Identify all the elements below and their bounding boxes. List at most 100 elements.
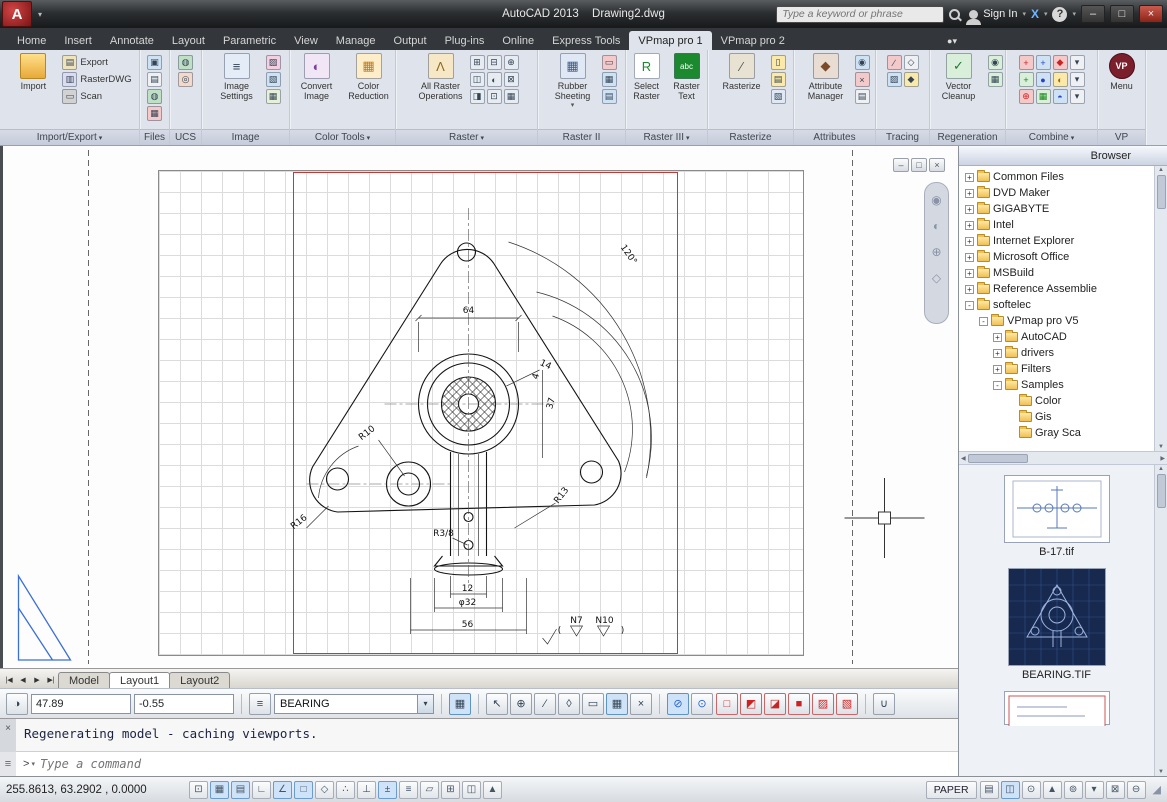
image-list-button[interactable]: ≡: [249, 693, 271, 715]
combine-7-icon[interactable]: ◐: [1053, 72, 1068, 87]
delete-tool[interactable]: ×: [630, 693, 652, 715]
panel-label-files[interactable]: Files: [140, 129, 169, 145]
ucs-target-icon[interactable]: ◎: [178, 72, 193, 87]
minimize-button[interactable]: –: [1081, 5, 1105, 23]
attribute-list-icon[interactable]: ▤: [855, 89, 870, 104]
combine-1-icon[interactable]: +: [1019, 55, 1034, 70]
panel-label-attributes[interactable]: Attributes: [794, 129, 875, 145]
raster2-grid2-icon[interactable]: ▤: [602, 89, 617, 104]
panel-label-import-export[interactable]: Import/Export▾: [0, 129, 139, 145]
trace-poly-icon[interactable]: ◇: [904, 55, 919, 70]
regen-2-icon[interactable]: ▦: [988, 72, 1003, 87]
expand-icon[interactable]: +: [965, 285, 974, 294]
lock-ui[interactable]: ⊠: [1106, 781, 1125, 799]
infer-constraints[interactable]: ⊡: [189, 781, 208, 799]
combine-11-icon[interactable]: ◓: [1053, 89, 1068, 104]
scroll-right-icon[interactable]: ▶: [1160, 455, 1165, 462]
ribbon-button-rasterdwg[interactable]: ▥RasterDWG: [62, 72, 131, 87]
region-tool[interactable]: ▦: [606, 693, 628, 715]
sidebar-item-gigabyte[interactable]: +GIGABYTE: [959, 201, 1154, 217]
panel-label-combine[interactable]: Combine▾: [1006, 129, 1097, 145]
combine-12-icon[interactable]: ▾: [1070, 89, 1085, 104]
pan-hand-icon[interactable]: ◐: [933, 219, 940, 233]
object-snap-tracking[interactable]: ∴: [336, 781, 355, 799]
trace-solid-icon[interactable]: ◆: [904, 72, 919, 87]
command-input[interactable]: [40, 757, 958, 771]
scroll-up-icon[interactable]: ▲: [1158, 466, 1164, 472]
quick-properties[interactable]: ⊞: [441, 781, 460, 799]
layout-nav-3-icon[interactable]: ▶|: [44, 673, 58, 688]
ribbon-button-attribute-manager[interactable]: ◆Attribute Manager: [800, 53, 852, 101]
file-frames-icon[interactable]: ▣: [147, 55, 162, 70]
file-grid-icon[interactable]: ▦: [147, 106, 162, 121]
ribbon-tab-parametric[interactable]: Parametric: [214, 31, 285, 50]
expand-icon[interactable]: +: [965, 237, 974, 246]
ribbon-tab-manage[interactable]: Manage: [327, 31, 385, 50]
browser-panel-header[interactable]: Browser: [959, 146, 1167, 166]
quick-access-caret-icon[interactable]: ▾: [32, 10, 48, 19]
ribbon-button-color-reduction[interactable]: ▦Color Reduction: [344, 53, 393, 101]
workspace-menu[interactable]: ▾: [1085, 781, 1104, 799]
sidebar-item-drivers[interactable]: +drivers: [959, 345, 1154, 361]
combine-2-icon[interactable]: +: [1036, 55, 1051, 70]
image-channels-icon[interactable]: ▦: [266, 89, 281, 104]
layout-toggle[interactable]: ◫: [1001, 781, 1020, 799]
layout-tab-layout2[interactable]: Layout2: [169, 672, 230, 688]
ribbon-button-convert-image[interactable]: ◐Convert Image: [292, 53, 341, 101]
raster-op-7-icon[interactable]: ◨: [470, 89, 485, 104]
combine-8-icon[interactable]: ▾: [1070, 72, 1085, 87]
navigation-wheel-icon[interactable]: ◉: [931, 193, 941, 207]
combine-9-icon[interactable]: ⊕: [1019, 89, 1034, 104]
select-tool[interactable]: ↖: [486, 693, 508, 715]
panel-label-color-tools[interactable]: Color Tools▾: [290, 129, 395, 145]
collapse-icon[interactable]: -: [993, 381, 1002, 390]
combine-3-icon[interactable]: ◆: [1053, 55, 1068, 70]
ribbon-button-rasterize[interactable]: ∕Rasterize: [716, 53, 768, 91]
layout-nav-0-icon[interactable]: |◀: [2, 673, 16, 688]
ribbon-tab-view[interactable]: View: [285, 31, 327, 50]
expand-icon[interactable]: +: [993, 333, 1002, 342]
collapse-icon[interactable]: -: [979, 317, 988, 326]
contrast-field[interactable]: [134, 694, 234, 714]
sidebar-item-reference-assemblie[interactable]: +Reference Assemblie: [959, 281, 1154, 297]
image-select-caret-icon[interactable]: ▾: [417, 695, 433, 713]
collapse-icon[interactable]: -: [965, 301, 974, 310]
ribbon-tab-vpmap-pro-1[interactable]: VPmap pro 1: [629, 31, 711, 50]
file-globe-icon[interactable]: ◍: [147, 89, 162, 104]
ribbon-tab-vpmap-pro-2[interactable]: VPmap pro 2: [712, 31, 794, 50]
ribbon-button-select-raster[interactable]: RSelect Raster: [628, 53, 665, 101]
sidebar-item-autocad[interactable]: +AutoCAD: [959, 329, 1154, 345]
paper-space-button[interactable]: PAPER: [926, 781, 977, 799]
rasterize-mixed-icon[interactable]: ▧: [771, 89, 786, 104]
expand-icon[interactable]: +: [993, 365, 1002, 374]
close-button[interactable]: ×: [1139, 5, 1163, 23]
annotation-visibility[interactable]: ▲: [1043, 781, 1062, 799]
command-customize-icon[interactable]: ≡: [0, 752, 16, 776]
raster-op-9-icon[interactable]: ▦: [504, 89, 519, 104]
sidebar-item-dvd-maker[interactable]: +DVD Maker: [959, 185, 1154, 201]
ribbon-tab-insert[interactable]: Insert: [55, 31, 101, 50]
orbit-icon[interactable]: ◇: [932, 271, 941, 285]
expand-icon[interactable]: +: [965, 221, 974, 230]
viewport-restore-icon[interactable]: □: [911, 158, 927, 172]
exchange-button[interactable]: X: [1031, 7, 1039, 21]
sidebar-item-vpmap-pro-v5[interactable]: -VPmap pro V5: [959, 313, 1154, 329]
layout-tab-model[interactable]: Model: [58, 672, 110, 688]
annotation-monitor[interactable]: ▲: [483, 781, 502, 799]
ucs-globe-icon[interactable]: ◍: [178, 55, 193, 70]
ribbon-button-image-settings[interactable]: ≡Image Settings: [211, 53, 263, 101]
tree-vertical-scrollbar[interactable]: ▲ ▼: [1154, 166, 1167, 451]
grid-display[interactable]: ▤: [231, 781, 250, 799]
zoom-icon[interactable]: ⊕: [931, 245, 941, 259]
raster-op-3-icon[interactable]: ⊕: [504, 55, 519, 70]
panel-label-vp[interactable]: VP: [1098, 129, 1145, 145]
transparency[interactable]: ▱: [420, 781, 439, 799]
panel-label-raster-ii[interactable]: Raster II: [538, 129, 625, 145]
mask-empty[interactable]: □: [716, 693, 738, 715]
restore-button[interactable]: □: [1110, 5, 1134, 23]
exchange-caret-icon[interactable]: ▾: [1044, 10, 1048, 18]
ortho-mode[interactable]: ∟: [252, 781, 271, 799]
polar-tracking[interactable]: ∠: [273, 781, 292, 799]
sidebar-item-common-files[interactable]: +Common Files: [959, 169, 1154, 185]
thumbnail-b-17-tif[interactable]: B-17.tif: [959, 475, 1154, 558]
